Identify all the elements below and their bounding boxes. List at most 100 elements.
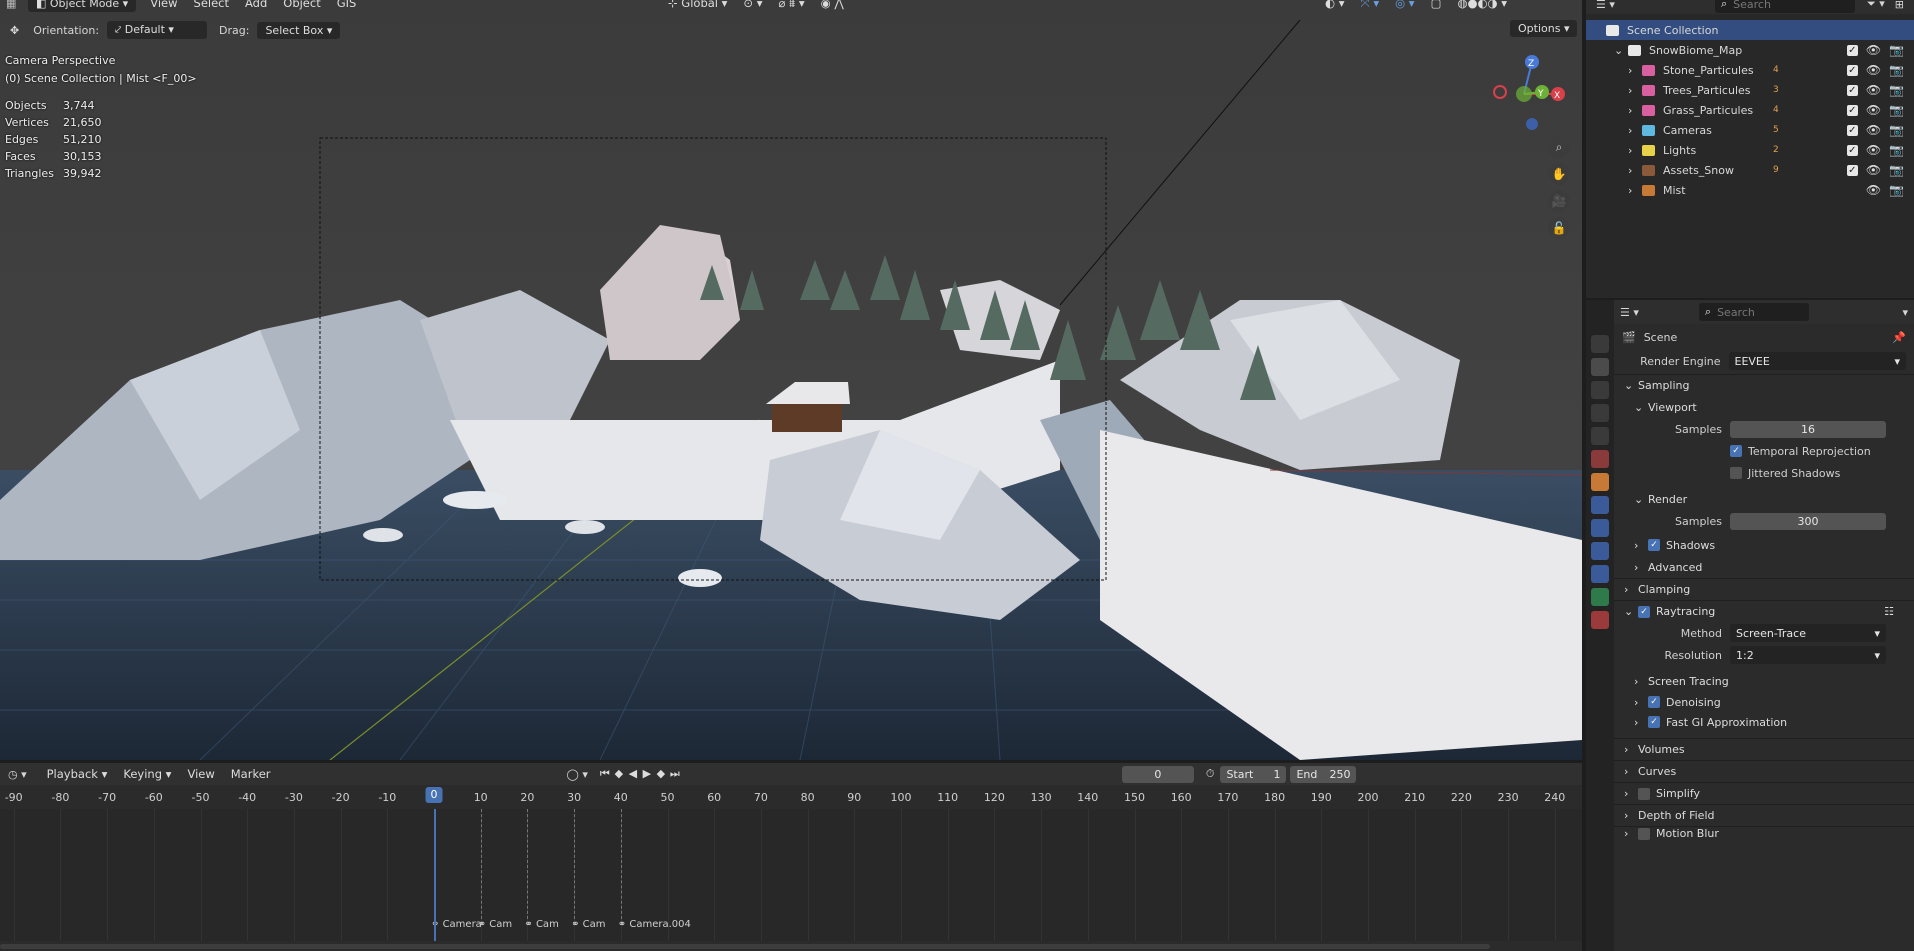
xray-icon[interactable]: ▢ — [1431, 0, 1442, 10]
orientation-dropdown[interactable]: ⤦ Default ▾ — [107, 21, 208, 39]
panel-curves[interactable]: › Curves — [1614, 760, 1914, 782]
menu-keying[interactable]: Keying ▾ — [123, 767, 171, 781]
expand-arrow-icon[interactable]: › — [1628, 64, 1642, 77]
subpanel-viewport[interactable]: ⌄ Viewport — [1614, 396, 1914, 418]
outliner-row[interactable]: › Mist 👁 📷 — [1586, 180, 1914, 200]
jump-start-icon[interactable]: ⏮ — [598, 767, 612, 781]
eye-icon[interactable]: 👁 — [1866, 83, 1881, 97]
outliner-row[interactable]: › Trees_Particules 3 ✓ 👁 📷 — [1586, 80, 1914, 100]
temporal-row[interactable]: ✓ Temporal Reprojection — [1614, 440, 1914, 462]
viewport-samples-field[interactable]: 16 — [1730, 420, 1886, 438]
menu-select[interactable]: Select — [194, 0, 229, 10]
outliner-row[interactable]: › Lights 2 ✓ 👁 📷 — [1586, 140, 1914, 160]
camera-marker[interactable]: ⚭ Camera — [431, 919, 482, 930]
menu-object[interactable]: Object — [283, 0, 320, 10]
motion-blur-checkbox[interactable] — [1638, 827, 1650, 840]
menu-timeline-view[interactable]: View — [187, 767, 214, 781]
include-checkbox[interactable]: ✓ — [1846, 84, 1858, 96]
prev-keyframe-icon[interactable]: ◆ — [612, 767, 626, 781]
subpanel-screen-tracing[interactable]: › Screen Tracing — [1614, 670, 1914, 692]
view-layer-tab-icon[interactable] — [1591, 404, 1609, 422]
camera-marker[interactable]: ⚭ Camera.004 — [618, 919, 691, 930]
expand-arrow-icon[interactable]: › — [1628, 124, 1642, 137]
timeline-editor-icon[interactable]: ◷ ▾ — [8, 768, 27, 781]
object-tab-icon[interactable] — [1591, 473, 1609, 491]
particles-tab-icon[interactable] — [1591, 519, 1609, 537]
move-tool-icon[interactable]: ✥ — [10, 24, 19, 37]
camera-render-icon[interactable]: 📷 — [1889, 123, 1904, 137]
camera-marker[interactable]: ⚭ Cam — [571, 919, 605, 930]
panel-motion-blur[interactable]: › Motion Blur — [1614, 826, 1914, 840]
menu-playback[interactable]: Playback ▾ — [47, 767, 108, 781]
eye-icon[interactable]: 👁 — [1866, 103, 1881, 117]
data-tab-icon[interactable] — [1591, 588, 1609, 606]
pan-hand-icon[interactable]: ✋ — [1548, 163, 1570, 185]
expand-arrow-icon[interactable]: › — [1628, 144, 1642, 157]
outliner-row[interactable]: › Grass_Particules 4 ✓ 👁 📷 — [1586, 100, 1914, 120]
render-samples-field[interactable]: 300 — [1730, 512, 1886, 530]
navigation-gizmo[interactable]: Z X Y — [1488, 50, 1568, 132]
subpanel-advanced[interactable]: › Advanced — [1614, 556, 1914, 578]
include-checkbox[interactable]: ✓ — [1846, 164, 1858, 176]
subpanel-render[interactable]: ⌄ Render — [1614, 488, 1914, 510]
subpanel-shadows[interactable]: › ✓ Shadows — [1614, 534, 1914, 556]
timeline-body[interactable]: ⚭ Camera ⚭ Cam ⚭ Cam ⚭ Cam ⚭ Camera.004 — [0, 809, 1582, 941]
gizmo-neg-x-axis[interactable] — [1493, 85, 1507, 99]
play-icon[interactable]: ▶ — [640, 767, 654, 781]
camera-render-icon[interactable]: 📷 — [1889, 83, 1904, 97]
end-frame-field[interactable]: End 250 — [1290, 765, 1357, 783]
pin-icon[interactable]: 📌 — [1892, 331, 1906, 344]
camera-marker[interactable]: ⚭ Cam — [524, 919, 558, 930]
include-checkbox[interactable]: ✓ — [1846, 44, 1858, 56]
tool-tab-icon[interactable] — [1591, 335, 1609, 353]
properties-dropdown-icon[interactable]: ▾ — [1902, 306, 1908, 319]
denoising-checkbox[interactable]: ✓ — [1648, 696, 1660, 708]
visibility-icon[interactable]: ◐ ▾ — [1325, 0, 1344, 10]
properties-editor-icon[interactable]: ☰ ▾ — [1620, 306, 1639, 319]
simplify-checkbox[interactable] — [1638, 787, 1650, 800]
menu-marker[interactable]: Marker — [231, 767, 271, 781]
shadows-checkbox[interactable]: ✓ — [1648, 539, 1660, 551]
include-checkbox[interactable]: ✓ — [1846, 144, 1858, 156]
panel-volumes[interactable]: › Volumes — [1614, 738, 1914, 760]
eye-icon[interactable]: 👁 — [1866, 183, 1881, 197]
expand-arrow-icon[interactable]: › — [1628, 84, 1642, 97]
camera-render-icon[interactable]: 📷 — [1889, 43, 1904, 57]
output-tab-icon[interactable] — [1591, 381, 1609, 399]
camera-render-icon[interactable]: 📷 — [1889, 103, 1904, 117]
panel-sampling[interactable]: ⌄ Sampling — [1614, 374, 1914, 396]
menu-view[interactable]: View — [150, 0, 177, 10]
temporal-checkbox[interactable]: ✓ — [1730, 445, 1742, 457]
3d-viewport[interactable]: ▦ ◧ Object Mode ▾ View Select Add Object… — [0, 0, 1582, 760]
constraints-tab-icon[interactable] — [1591, 565, 1609, 583]
outliner-row[interactable]: › Assets_Snow 9 ✓ 👁 📷 — [1586, 160, 1914, 180]
resolution-select[interactable]: 1:2 ▾ — [1730, 646, 1886, 664]
outliner-row-scene-collection[interactable]: Scene Collection — [1586, 20, 1914, 40]
eye-icon[interactable]: 👁 — [1866, 63, 1881, 77]
overlay-toggle-icon[interactable]: ◎ ▾ — [1395, 0, 1414, 10]
shading-modes-icon[interactable]: ◍●◐◑ ▾ — [1457, 0, 1507, 10]
drag-dropdown[interactable]: Select Box ▾ — [257, 21, 341, 39]
filter-icon[interactable]: ⏷ ▾ — [1867, 0, 1885, 11]
expand-arrow-icon[interactable]: ⌄ — [1614, 44, 1628, 57]
eye-icon[interactable]: 👁 — [1866, 43, 1881, 57]
scene-tab-icon[interactable] — [1591, 427, 1609, 445]
panel-simplify[interactable]: › Simplify — [1614, 782, 1914, 804]
render-tab-icon[interactable] — [1591, 358, 1609, 376]
outliner-row-map[interactable]: ⌄ SnowBiome_Map ✓ 👁 📷 — [1586, 40, 1914, 60]
jump-end-icon[interactable]: ⏭ — [668, 767, 682, 781]
editor-type-icon[interactable]: ▦ — [6, 0, 28, 10]
playhead[interactable] — [434, 809, 436, 941]
eye-icon[interactable]: 👁 — [1866, 143, 1881, 157]
eye-icon[interactable]: 👁 — [1866, 163, 1881, 177]
expand-arrow-icon[interactable]: › — [1628, 184, 1642, 197]
panel-raytracing[interactable]: ⌄ ✓ Raytracing ☷ — [1614, 600, 1914, 622]
outliner-editor-icon[interactable]: ☰ ▾ — [1596, 0, 1615, 11]
camera-render-icon[interactable]: 📷 — [1889, 143, 1904, 157]
expand-arrow-icon[interactable]: › — [1628, 104, 1642, 117]
camera-render-icon[interactable]: 📷 — [1889, 63, 1904, 77]
menu-add[interactable]: Add — [245, 0, 267, 10]
render-engine-select[interactable]: EEVEE ▾ — [1728, 352, 1906, 370]
outliner-row[interactable]: › Cameras 5 ✓ 👁 📷 — [1586, 120, 1914, 140]
start-frame-field[interactable]: Start 1 — [1220, 765, 1287, 783]
